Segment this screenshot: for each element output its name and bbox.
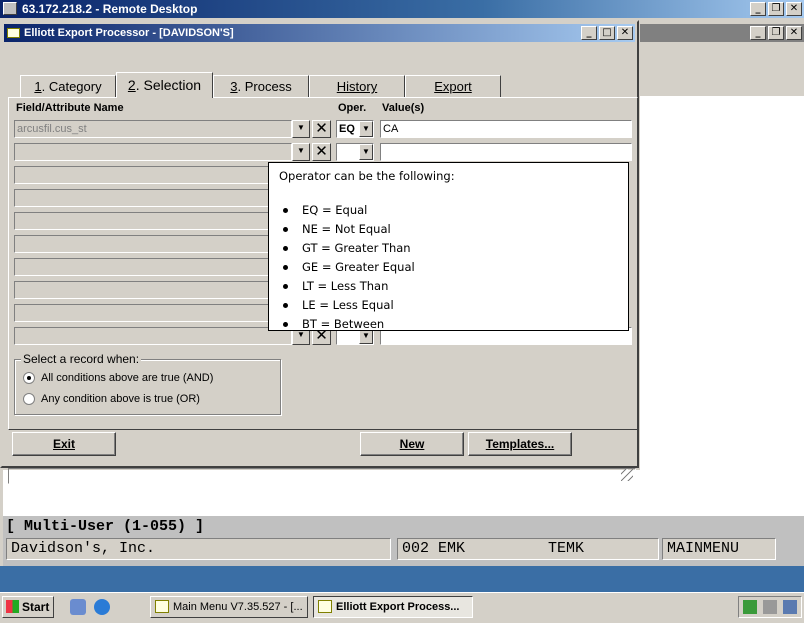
resize-grip-icon[interactable] <box>621 469 633 481</box>
minimize-icon[interactable]: _ <box>750 2 766 16</box>
values-column-header: Value(s) <box>382 102 425 114</box>
tab-export[interactable]: Export <box>405 75 501 97</box>
elliott-title: Elliott Export Processor - [DAVIDSON'S] <box>24 27 234 39</box>
field-attribute-input[interactable] <box>14 189 292 207</box>
radio-or[interactable]: Any condition above is true (OR) <box>23 393 200 405</box>
field-attribute-input[interactable]: arcusfil.cus_st <box>14 120 292 138</box>
code-value: 002 EMK <box>402 540 466 557</box>
remote-desktop-icon <box>3 2 17 15</box>
main-menu-titlebar: _ ❐ ✕ <box>640 24 804 42</box>
user-value: TEMK <box>548 540 585 557</box>
operator-select[interactable]: EQ ▼ <box>336 120 374 138</box>
mm-close-icon[interactable]: ✕ <box>786 26 802 40</box>
new-button[interactable]: New <box>360 432 464 456</box>
field-attribute-input[interactable] <box>14 143 292 161</box>
elliott-app-icon <box>7 28 20 38</box>
templates-button[interactable]: Templates... <box>468 432 572 456</box>
operator-item: GT = Greater Than <box>283 239 415 258</box>
task-main-menu[interactable]: Main Menu V7.35.527 - [... <box>150 596 308 618</box>
tab-process[interactable]: 3. Process <box>213 75 309 97</box>
operator-list: EQ = Equal NE = Not Equal GT = Greater T… <box>269 201 415 330</box>
tab-history[interactable]: History <box>309 75 405 97</box>
operator-item: GE = Greater Equal <box>283 258 415 277</box>
remote-desktop-title: 63.172.218.2 - Remote Desktop <box>22 2 198 16</box>
system-tray <box>738 596 802 618</box>
elliott-titlebar: Elliott Export Processor - [DAVIDSON'S] … <box>4 24 635 42</box>
field-attribute-input[interactable] <box>14 327 292 345</box>
field-attribute-input[interactable] <box>14 166 292 184</box>
el-maximize-icon[interactable]: □ <box>599 26 615 40</box>
close-icon[interactable]: ✕ <box>786 2 802 16</box>
tab-selection[interactable]: 2. Selection <box>116 72 213 98</box>
field-dropdown-icon[interactable]: ▼ <box>292 120 310 138</box>
radio-and[interactable]: All conditions above are true (AND) <box>23 372 213 384</box>
task-elliott-export[interactable]: Elliott Export Process... <box>313 596 473 618</box>
operator-tooltip: Operator can be the following: EQ = Equa… <box>268 162 629 331</box>
el-close-icon[interactable]: ✕ <box>617 26 633 40</box>
radio-or-indicator[interactable] <box>23 393 35 405</box>
field-attribute-input[interactable] <box>14 235 292 253</box>
mm-minimize-icon[interactable]: _ <box>750 26 766 40</box>
operator-item: LT = Less Than <box>283 277 415 296</box>
operator-dropdown-icon[interactable]: ▼ <box>359 144 373 160</box>
main-menu-status: [ Multi-User (1-055) ] Davidson's, Inc. … <box>3 516 804 566</box>
field-column-header: Field/Attribute Name <box>16 102 124 114</box>
oper-column-header: Oper. <box>338 102 367 114</box>
field-dropdown-icon[interactable]: ▼ <box>292 143 310 161</box>
mm-restore-icon[interactable]: ❐ <box>768 26 784 40</box>
tooltip-heading: Operator can be the following: <box>279 169 455 183</box>
field-attribute-input[interactable] <box>14 281 292 299</box>
field-attribute-input[interactable] <box>14 212 292 230</box>
show-desktop-icon[interactable] <box>70 599 86 615</box>
value-input[interactable]: CA <box>380 120 632 138</box>
operator-item: LE = Less Equal <box>283 296 415 315</box>
operator-item: EQ = Equal <box>283 201 415 220</box>
code-cell: 002 EMK TEMK <box>397 538 659 560</box>
clear-row-icon[interactable]: ✕ <box>312 120 331 138</box>
radio-and-indicator[interactable] <box>23 372 35 384</box>
multi-user-label: [ Multi-User (1-055) ] <box>6 518 205 535</box>
elliott-statusbar <box>8 468 636 484</box>
windows-flag-icon <box>6 600 19 613</box>
select-record-legend: Select a record when: <box>21 352 142 366</box>
operator-dropdown-icon[interactable]: ▼ <box>359 121 373 137</box>
internet-explorer-icon[interactable] <box>94 599 110 615</box>
select-record-group: Select a record when: All conditions abo… <box>14 352 281 415</box>
network-icon[interactable] <box>743 600 757 614</box>
remote-desktop-content: _ ❐ ✕ [ Multi-User (1-055) ] Davidson's,… <box>0 18 804 586</box>
operator-item: NE = Not Equal <box>283 220 415 239</box>
main-menu-canvas <box>640 96 804 516</box>
field-attribute-input[interactable] <box>14 304 292 322</box>
elliott-task-icon <box>318 600 332 613</box>
taskbar: Start Main Menu V7.35.527 - [... Elliott… <box>0 592 804 623</box>
elliott-window: Elliott Export Processor - [DAVIDSON'S] … <box>0 20 639 484</box>
operator-item: BT = Between <box>283 315 415 330</box>
tray-app-icon[interactable] <box>783 600 797 614</box>
remote-desktop-titlebar: 63.172.218.2 - Remote Desktop _ ❐ ✕ <box>0 0 804 18</box>
exit-button[interactable]: Exit <box>12 432 116 456</box>
value-input[interactable] <box>380 143 632 161</box>
main-menu-strip <box>0 566 804 586</box>
field-attribute-input[interactable] <box>14 258 292 276</box>
clear-row-icon[interactable]: ✕ <box>312 143 331 161</box>
tab-category[interactable]: 1. Category <box>20 75 116 97</box>
safely-remove-icon[interactable] <box>763 600 777 614</box>
restore-icon[interactable]: ❐ <box>768 2 784 16</box>
operator-select[interactable]: ▼ <box>336 143 374 161</box>
start-button[interactable]: Start <box>2 596 54 618</box>
el-minimize-icon[interactable]: _ <box>581 26 597 40</box>
main-menu-task-icon <box>155 600 169 613</box>
menu-cell: MAINMENU <box>662 538 776 560</box>
company-cell: Davidson's, Inc. <box>6 538 391 560</box>
